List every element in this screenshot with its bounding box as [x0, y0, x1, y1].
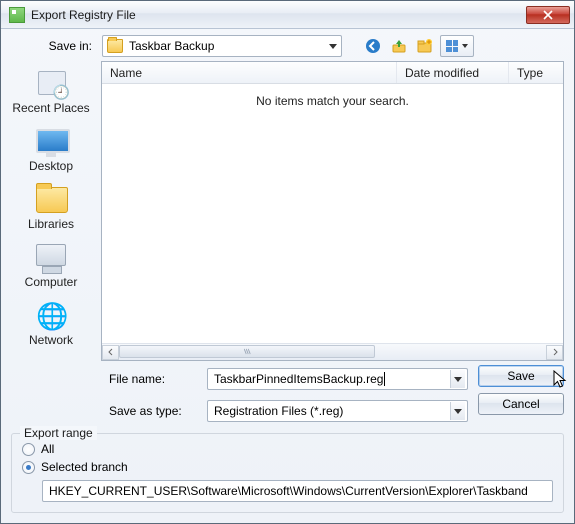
radio-all[interactable]	[22, 443, 35, 456]
radio-selected-row[interactable]: Selected branch	[22, 458, 553, 476]
column-header-name[interactable]: Name	[102, 62, 397, 83]
saveas-row: Save as type: Registration Files (*.reg)	[105, 397, 468, 425]
export-range-legend: Export range	[20, 426, 97, 440]
place-desktop[interactable]: Desktop	[27, 123, 75, 175]
titlebar: Export Registry File	[1, 1, 574, 29]
save-in-value: Taskbar Backup	[129, 39, 329, 53]
save-in-label: Save in:	[11, 39, 96, 53]
export-range-group: Export range All Selected branch HKEY_CU…	[11, 433, 564, 513]
scroll-left-button[interactable]	[102, 345, 119, 360]
place-computer[interactable]: Computer	[23, 239, 80, 291]
filename-value: TaskbarPinnedItemsBackup.reg	[214, 372, 450, 386]
views-menu-button[interactable]	[440, 35, 474, 57]
back-button[interactable]	[362, 35, 384, 57]
save-in-row: Save in: Taskbar Backup	[1, 29, 574, 61]
file-list[interactable]: Name Date modified Type No items match y…	[101, 61, 564, 361]
place-label: Computer	[25, 275, 78, 289]
place-network[interactable]: Network	[27, 297, 75, 349]
cancel-button[interactable]: Cancel	[478, 393, 564, 415]
save-in-combo[interactable]: Taskbar Backup	[102, 35, 342, 57]
filename-row: File name: TaskbarPinnedItemsBackup.reg	[105, 365, 468, 393]
radio-all-label: All	[41, 442, 54, 456]
scroll-thumb[interactable]	[119, 345, 375, 358]
saveas-value: Registration Files (*.reg)	[214, 404, 450, 418]
desktop-icon	[32, 125, 70, 157]
places-bar: Recent Places Desktop Libraries Computer…	[7, 61, 95, 361]
save-button-label: Save	[507, 369, 534, 383]
filename-label: File name:	[105, 372, 201, 386]
save-button[interactable]: Save	[478, 365, 564, 387]
saveas-combo[interactable]: Registration Files (*.reg)	[207, 400, 468, 422]
dropdown-arrow-icon[interactable]	[450, 402, 465, 420]
new-folder-button[interactable]	[414, 35, 436, 57]
scroll-track[interactable]	[119, 345, 546, 360]
column-headers: Name Date modified Type	[102, 62, 563, 84]
window-title: Export Registry File	[31, 8, 526, 22]
dropdown-arrow-icon	[329, 44, 337, 49]
libraries-icon	[32, 183, 70, 215]
place-label: Desktop	[29, 159, 73, 173]
close-button[interactable]	[526, 6, 570, 24]
horizontal-scrollbar[interactable]	[102, 343, 563, 360]
dropdown-arrow-icon	[462, 44, 468, 48]
place-label: Network	[29, 333, 73, 347]
network-icon	[32, 299, 70, 331]
branch-path-input[interactable]: HKEY_CURRENT_USER\Software\Microsoft\Win…	[42, 480, 553, 502]
radio-selected-branch[interactable]	[22, 461, 35, 474]
radio-selected-label: Selected branch	[41, 460, 128, 474]
views-icon	[446, 40, 458, 52]
cancel-button-label: Cancel	[502, 397, 539, 411]
registry-icon	[9, 7, 25, 23]
filename-input[interactable]: TaskbarPinnedItemsBackup.reg	[207, 368, 468, 390]
column-header-type[interactable]: Type	[509, 62, 563, 83]
place-libraries[interactable]: Libraries	[26, 181, 76, 233]
place-recent[interactable]: Recent Places	[10, 65, 91, 117]
place-label: Libraries	[28, 217, 74, 231]
file-pane: Name Date modified Type No items match y…	[101, 61, 564, 361]
computer-icon	[32, 241, 70, 273]
place-label: Recent Places	[12, 101, 89, 115]
recent-places-icon	[32, 67, 70, 99]
column-header-date[interactable]: Date modified	[397, 62, 509, 83]
dropdown-arrow-icon[interactable]	[450, 370, 465, 388]
export-registry-dialog: Export Registry File Save in: Taskbar Ba…	[0, 0, 575, 524]
nav-icons	[362, 35, 474, 57]
folder-icon	[107, 39, 123, 53]
empty-message: No items match your search.	[102, 84, 563, 343]
radio-all-row[interactable]: All	[22, 440, 553, 458]
saveas-label: Save as type:	[105, 404, 201, 418]
scroll-right-button[interactable]	[546, 345, 563, 360]
cursor-icon	[553, 370, 569, 390]
close-icon	[543, 10, 553, 20]
up-one-level-button[interactable]	[388, 35, 410, 57]
